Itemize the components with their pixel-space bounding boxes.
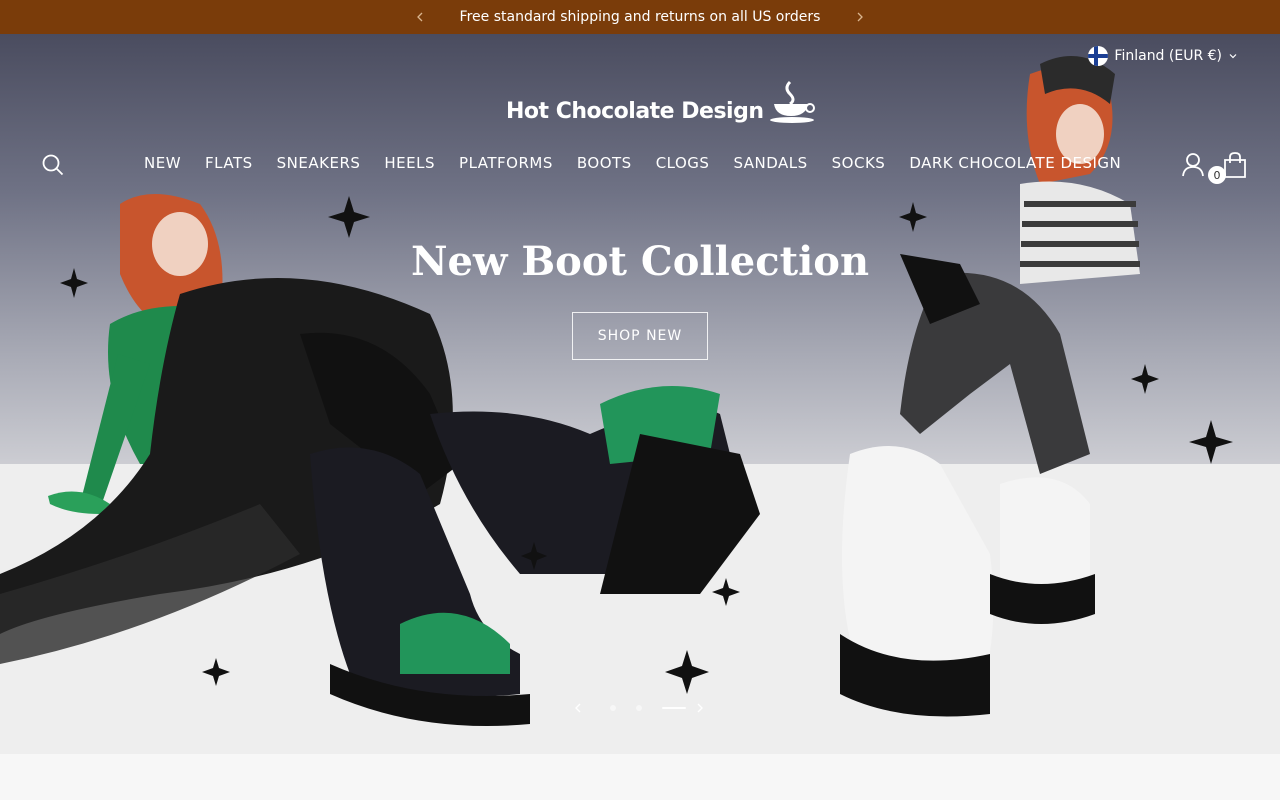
hero-banner: Finland (EUR €) Hot Chocolate Design NEW… — [0, 34, 1280, 754]
announcement-bar: Free standard shipping and returns on al… — [0, 0, 1280, 34]
region-selector[interactable]: Finland (EUR €) — [1088, 46, 1238, 66]
slider-dot-3-active[interactable] — [662, 707, 686, 709]
chevron-down-icon — [1229, 54, 1237, 59]
cup-logo-icon — [769, 80, 815, 123]
slider-dot-1[interactable] — [610, 705, 616, 711]
nav-item-heels[interactable]: HEELS — [384, 154, 435, 172]
finland-flag-icon — [1088, 46, 1109, 66]
nav-item-flats[interactable]: FLATS — [205, 154, 253, 172]
search-icon[interactable] — [42, 154, 64, 176]
logo-text: Hot Chocolate Design — [506, 99, 764, 124]
main-navigation: NEW FLATS SNEAKERS HEELS PLATFORMS BOOTS… — [0, 152, 1280, 184]
slider-next-icon[interactable] — [694, 702, 706, 714]
hero-image — [0, 56, 1280, 754]
nav-item-new[interactable]: NEW — [144, 154, 181, 172]
nav-item-clogs[interactable]: CLOGS — [656, 154, 710, 172]
chevron-right-icon — [857, 12, 863, 22]
nav-item-sandals[interactable]: SANDALS — [733, 154, 807, 172]
announcement-prev-arrow[interactable] — [411, 8, 429, 26]
slider-controls — [568, 698, 712, 718]
slider-prev-icon[interactable] — [572, 702, 584, 714]
hero-headline: New Boot Collection — [410, 238, 870, 285]
nav-item-platforms[interactable]: PLATFORMS — [459, 154, 553, 172]
account-icon[interactable] — [1182, 153, 1204, 177]
cart-count-badge: 0 — [1208, 166, 1226, 184]
nav-item-boots[interactable]: BOOTS — [577, 154, 632, 172]
region-label: Finland (EUR €) — [1114, 48, 1222, 64]
next-section — [0, 754, 1280, 800]
slider-dot-2[interactable] — [636, 705, 642, 711]
shop-new-button[interactable]: SHOP NEW — [572, 312, 708, 360]
nav-item-sneakers[interactable]: SNEAKERS — [277, 154, 361, 172]
nav-item-socks[interactable]: SOCKS — [832, 154, 886, 172]
nav-item-dark-chocolate-design[interactable]: DARK CHOCOLATE DESIGN — [909, 154, 1121, 172]
site-logo[interactable]: Hot Chocolate Design — [506, 78, 818, 124]
nav-menu: NEW FLATS SNEAKERS HEELS PLATFORMS BOOTS… — [144, 154, 1121, 172]
chevron-left-icon — [417, 12, 423, 22]
announcement-text: Free standard shipping and returns on al… — [459, 9, 821, 25]
announcement-next-arrow[interactable] — [851, 8, 869, 26]
